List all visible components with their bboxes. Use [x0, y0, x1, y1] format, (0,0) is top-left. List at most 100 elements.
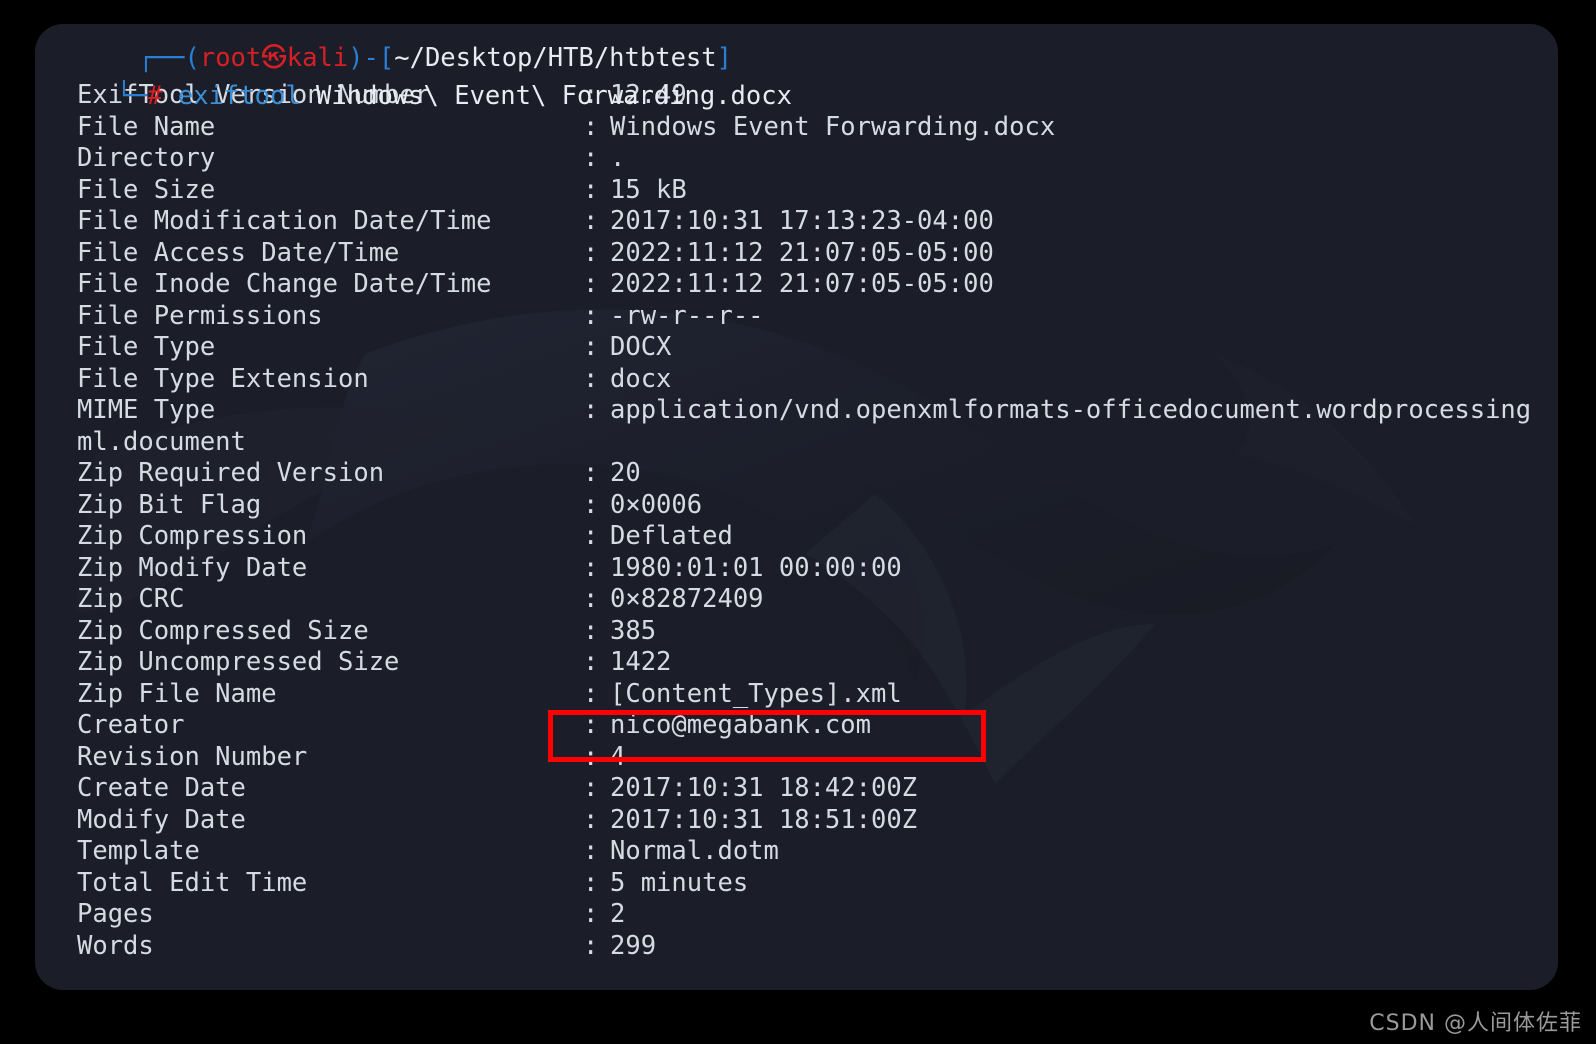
prompt-connector: └─ — [116, 80, 148, 111]
output-value: 2022:11:12 21:07:05-05:00 — [610, 237, 994, 268]
output-row: File Name : Windows Event Forwarding.doc… — [35, 112, 1558, 144]
output-separator: : — [583, 111, 599, 142]
output-value: 2022:11:12 21:07:05-05:00 — [610, 269, 994, 299]
output-row: Pages : 2 — [35, 899, 1558, 931]
prompt-line-clipped: ┌──(root㉿kali)-[~/Desktop/HTB/htbtest] — [77, 24, 732, 73]
output-key: Pages — [77, 899, 154, 929]
output-separator: : — [583, 395, 599, 425]
output-row: File Type : DOCX — [35, 332, 1558, 364]
output-row: Zip Compressed Size : 385 — [35, 616, 1558, 648]
output-key: File Name — [77, 111, 216, 142]
output-value: DOCX — [610, 332, 672, 362]
output-row: Words : 299 — [35, 931, 1558, 963]
command-args: Windows\ Event\ Forwarding.docx — [316, 80, 792, 111]
output-value-continuation: ml.document — [77, 426, 246, 457]
exiftool-output: ExifTool Version Number : 12.49 File Nam… — [35, 80, 1558, 962]
output-value: Deflated — [610, 521, 733, 551]
output-value: . — [610, 143, 626, 173]
output-key: MIME Type — [77, 395, 216, 425]
output-key: File Permissions — [77, 300, 323, 331]
output-separator: : — [583, 804, 599, 835]
output-value: 2 — [610, 899, 626, 929]
output-separator: : — [583, 174, 599, 205]
output-separator: : — [583, 552, 599, 583]
output-key: File Type Extension — [77, 363, 369, 394]
output-separator: : — [583, 521, 599, 551]
output-separator: : — [583, 300, 599, 331]
output-separator: : — [583, 741, 599, 772]
output-separator: : — [583, 363, 599, 394]
output-key: Create Date — [77, 773, 246, 803]
terminal-window[interactable]: ┌──(root㉿kali)-[~/Desktop/HTB/htbtest] └… — [35, 24, 1558, 990]
output-key: Zip Modify Date — [77, 552, 308, 583]
output-key: Revision Number — [77, 741, 308, 772]
output-row: Template : Normal.dotm — [35, 836, 1558, 868]
output-separator: : — [583, 899, 599, 929]
output-value: docx — [610, 363, 672, 394]
output-separator: : — [583, 930, 599, 961]
command-space — [301, 81, 316, 111]
prompt-command-line[interactable]: └─# exiftool Windows\ Event\ Forwarding.… — [55, 49, 792, 111]
output-key: Zip Bit Flag — [77, 489, 262, 520]
output-value: 2017:10:31 18:51:00Z — [610, 804, 918, 835]
output-key: Zip Compression — [77, 521, 308, 551]
output-separator: : — [583, 584, 599, 614]
output-key: Total Edit Time — [77, 867, 308, 898]
output-row: Zip Bit Flag : 0×0006 — [35, 490, 1558, 522]
output-row-revision: Revision Number : 4 — [35, 742, 1558, 774]
output-key: Creator — [77, 710, 185, 740]
output-value: 299 — [610, 930, 657, 961]
output-key: Zip CRC — [77, 584, 185, 614]
output-row-continuation: ml.document — [35, 427, 1558, 459]
output-key: Zip Uncompressed Size — [77, 647, 400, 677]
output-key: Words — [77, 930, 154, 961]
output-row: File Access Date/Time : 2022:11:12 21:07… — [35, 238, 1558, 270]
csdn-watermark: CSDN @人间体佐菲 — [1369, 1011, 1582, 1036]
output-row: Zip Uncompressed Size : 1422 — [35, 647, 1558, 679]
output-row: Create Date : 2017:10:31 18:42:00Z — [35, 773, 1558, 805]
output-separator: : — [583, 143, 599, 173]
output-separator: : — [583, 647, 599, 677]
prompt-symbol: # — [147, 80, 163, 111]
output-key: Zip File Name — [77, 678, 277, 709]
output-separator: : — [583, 836, 599, 866]
output-value: 1422 — [610, 647, 672, 677]
output-row: Zip Modify Date : 1980:01:01 00:00:00 — [35, 553, 1558, 585]
output-row: File Modification Date/Time : 2017:10:31… — [35, 206, 1558, 238]
output-key: Zip Required Version — [77, 458, 385, 488]
output-row: Zip Required Version : 20 — [35, 458, 1558, 490]
output-key: File Inode Change Date/Time — [77, 269, 492, 299]
output-separator: : — [583, 710, 599, 740]
output-row: MIME Type : application/vnd.openxmlforma… — [35, 395, 1558, 427]
output-key: File Access Date/Time — [77, 237, 400, 268]
output-row: Directory : . — [35, 143, 1558, 175]
output-separator: : — [583, 206, 599, 236]
output-value: 0×0006 — [610, 489, 703, 520]
output-value: 5 minutes — [610, 867, 749, 898]
output-separator: : — [583, 489, 599, 520]
output-key: File Type — [77, 332, 216, 362]
output-key: File Size — [77, 174, 216, 205]
output-value: Normal.dotm — [610, 836, 779, 866]
output-row: File Permissions : -rw-r--r-- — [35, 301, 1558, 333]
output-row: Total Edit Time : 5 minutes — [35, 868, 1558, 900]
output-value: application/vnd.openxmlformats-officedoc… — [610, 395, 1532, 425]
output-separator: : — [583, 773, 599, 803]
output-value: 1980:01:01 00:00:00 — [610, 552, 902, 583]
output-separator: : — [583, 269, 599, 299]
output-row: File Size : 15 kB — [35, 175, 1558, 207]
output-row-creator: Creator : nico@megabank.com — [35, 710, 1558, 742]
output-separator: : — [583, 458, 599, 488]
output-value: [Content_Types].xml — [610, 678, 902, 709]
output-separator: : — [583, 678, 599, 709]
output-key: Zip Compressed Size — [77, 615, 369, 646]
output-key: File Modification Date/Time — [77, 206, 492, 236]
output-value: 2017:10:31 17:13:23-04:00 — [610, 206, 994, 236]
output-value: -rw-r--r-- — [610, 300, 764, 331]
output-value: Windows Event Forwarding.docx — [610, 111, 1056, 142]
output-value: 385 — [610, 615, 657, 646]
output-row: Zip File Name : [Content_Types].xml — [35, 679, 1558, 711]
output-separator: : — [583, 332, 599, 362]
output-row: File Type Extension : docx — [35, 364, 1558, 396]
